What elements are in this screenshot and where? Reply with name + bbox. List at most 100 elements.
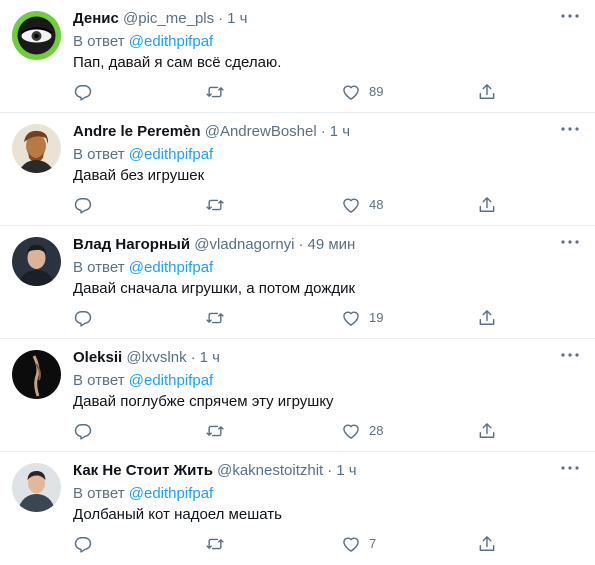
reply-button[interactable]: [73, 533, 93, 555]
like-count: 48: [369, 197, 384, 212]
action-bar: 89: [73, 81, 503, 103]
reply-button[interactable]: [73, 81, 93, 103]
retweet-icon: [205, 308, 225, 328]
reply-icon: [73, 82, 93, 102]
like-button[interactable]: 48: [341, 194, 383, 216]
reply-prefix: В ответ: [73, 259, 125, 276]
reply-context: В ответ @edithpifpaf: [73, 258, 213, 278]
author-name[interactable]: Andre le Peremèn: [73, 123, 201, 140]
reply-icon: [73, 534, 93, 554]
retweet-button[interactable]: [205, 420, 225, 442]
like-count: 28: [369, 423, 384, 438]
reply-icon: [73, 195, 93, 215]
mention-link[interactable]: @edithpifpaf: [129, 146, 213, 163]
separator-dot: ·: [190, 349, 196, 366]
timestamp[interactable]: 1 ч: [227, 10, 247, 27]
reply-prefix: В ответ: [73, 485, 125, 502]
like-icon: [341, 308, 361, 328]
share-button[interactable]: [477, 307, 497, 329]
separator-dot: ·: [320, 123, 326, 140]
retweet-button[interactable]: [205, 307, 225, 329]
more-icon[interactable]: [559, 8, 581, 24]
like-button[interactable]: 89: [341, 81, 383, 103]
mention-link[interactable]: @edithpifpaf: [129, 485, 213, 502]
tweet-header: Andre le Peremèn @AndrewBoshel · 1 ч: [73, 122, 555, 142]
author-handle[interactable]: @lxvslnk: [126, 349, 186, 366]
reply-context: В ответ @edithpifpaf: [73, 32, 213, 52]
reply-button[interactable]: [73, 420, 93, 442]
retweet-button[interactable]: [205, 81, 225, 103]
action-bar: 28: [73, 420, 503, 442]
share-icon: [477, 534, 497, 554]
tweet[interactable]: Влад Нагорный @vladnagornyi · 49 мин В отве…: [0, 226, 595, 339]
mention-link[interactable]: @edithpifpaf: [129, 259, 213, 276]
tweet[interactable]: Oleksii @lxvslnk · 1 ч В ответ @edithpifpaf…: [0, 339, 595, 452]
tweet[interactable]: Как Не Стоит Жить @kaknestoitzhit · 1 ч В о…: [0, 452, 595, 565]
author-name[interactable]: Как Не Стоит Жить: [73, 462, 213, 479]
like-button[interactable]: 7: [341, 533, 376, 555]
reply-context: В ответ @edithpifpaf: [73, 371, 213, 391]
tweet-text: Пап, давай я сам всё сделаю.: [73, 54, 282, 71]
timestamp[interactable]: 1 ч: [200, 349, 220, 366]
more-icon[interactable]: [559, 234, 581, 250]
avatar[interactable]: [12, 350, 61, 399]
timestamp[interactable]: 1 ч: [330, 123, 350, 140]
reply-context: В ответ @edithpifpaf: [73, 145, 213, 165]
like-icon: [341, 421, 361, 441]
timestamp[interactable]: 1 ч: [336, 462, 356, 479]
retweet-icon: [205, 421, 225, 441]
retweet-button[interactable]: [205, 533, 225, 555]
avatar[interactable]: [12, 463, 61, 512]
reply-context: В ответ @edithpifpaf: [73, 484, 213, 504]
action-bar: 7: [73, 533, 503, 555]
like-icon: [341, 195, 361, 215]
reply-icon: [73, 308, 93, 328]
retweet-icon: [205, 195, 225, 215]
like-count: 7: [369, 536, 377, 551]
retweet-icon: [205, 534, 225, 554]
author-name[interactable]: Влад Нагорный: [73, 236, 190, 253]
mention-link[interactable]: @edithpifpaf: [129, 33, 213, 50]
more-icon[interactable]: [559, 121, 581, 137]
author-name[interactable]: Денис: [73, 10, 119, 27]
avatar[interactable]: [12, 11, 61, 60]
reply-prefix: В ответ: [73, 146, 125, 163]
tweet-header: Oleksii @lxvslnk · 1 ч: [73, 348, 555, 368]
more-icon[interactable]: [559, 460, 581, 476]
avatar[interactable]: [12, 124, 61, 173]
mention-link[interactable]: @edithpifpaf: [129, 372, 213, 389]
share-button[interactable]: [477, 81, 497, 103]
more-icon[interactable]: [559, 347, 581, 363]
retweet-button[interactable]: [205, 194, 225, 216]
author-handle[interactable]: @AndrewBoshel: [205, 123, 317, 140]
like-count: 19: [369, 310, 384, 325]
share-button[interactable]: [477, 533, 497, 555]
tweet[interactable]: Andre le Peremèn @AndrewBoshel · 1 ч В отве…: [0, 113, 595, 226]
tweet-text: Давай без игрушек: [73, 167, 205, 184]
tweet-header: Как Не Стоит Жить @kaknestoitzhit · 1 ч: [73, 461, 555, 481]
reply-button[interactable]: [73, 307, 93, 329]
like-button[interactable]: 28: [341, 420, 383, 442]
separator-dot: ·: [298, 236, 304, 253]
reply-prefix: В ответ: [73, 372, 125, 389]
author-handle[interactable]: @pic_me_pls: [123, 10, 214, 27]
author-name[interactable]: Oleksii: [73, 349, 122, 366]
share-icon: [477, 421, 497, 441]
action-bar: 19: [73, 307, 503, 329]
timestamp[interactable]: 49 мин: [308, 236, 356, 253]
author-handle[interactable]: @kaknestoitzhit: [217, 462, 323, 479]
tweet-header: Влад Нагорный @vladnagornyi · 49 мин: [73, 235, 555, 255]
tweet[interactable]: Денис @pic_me_pls · 1 ч В ответ @edithpifpa…: [0, 0, 595, 113]
like-button[interactable]: 19: [341, 307, 383, 329]
share-icon: [477, 82, 497, 102]
tweet-text: Долбаный кот надоел мешать: [73, 506, 282, 523]
separator-dot: ·: [327, 462, 333, 479]
share-button[interactable]: [477, 194, 497, 216]
share-icon: [477, 308, 497, 328]
author-handle[interactable]: @vladnagornyi: [194, 236, 294, 253]
avatar[interactable]: [12, 237, 61, 286]
tweet-header: Денис @pic_me_pls · 1 ч: [73, 9, 555, 29]
share-button[interactable]: [477, 420, 497, 442]
tweet-text: Давай сначала игрушки, а потом дождик: [73, 280, 356, 297]
reply-button[interactable]: [73, 194, 93, 216]
